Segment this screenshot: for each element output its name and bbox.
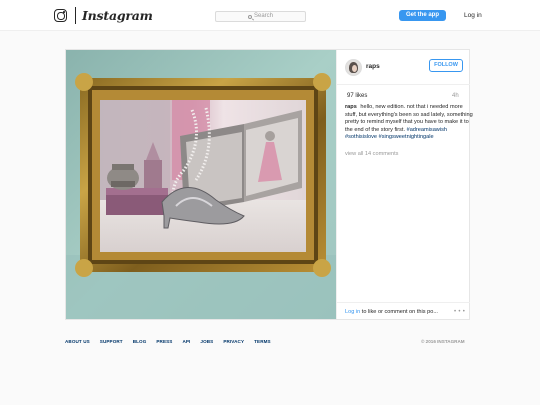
avatar-face (352, 65, 357, 72)
view-all-comments-link[interactable]: view all 14 comments (345, 150, 398, 158)
post-caption: raps hello, new edition. not that i need… (345, 104, 475, 142)
footer-link-about[interactable]: ABOUT US (65, 339, 90, 345)
framed-painting-image (66, 50, 336, 319)
copyright-text: © 2016 INSTAGRAM (421, 339, 465, 344)
hashtag-link[interactable]: #singsweetnightingale (379, 134, 434, 140)
get-the-app-button[interactable]: Get the app (399, 10, 446, 21)
avatar[interactable] (345, 59, 362, 76)
login-prompt-text: to like or comment on this po... (360, 309, 438, 315)
top-navigation-bar: Instagram Search Get the app Log in (0, 0, 540, 31)
post-card: raps FOLLOW 97 likes 4h raps hello, new … (65, 49, 473, 320)
divider (337, 302, 470, 303)
logo-divider (75, 7, 76, 24)
hashtag-link[interactable]: #adreamisawish (407, 127, 447, 133)
post-sidebar: raps FOLLOW 97 likes 4h raps hello, new … (336, 50, 473, 319)
post-photo[interactable] (66, 50, 336, 319)
footer-link-terms[interactable]: TERMS (254, 339, 271, 345)
footer-link-press[interactable]: PRESS (156, 339, 172, 345)
footer-link-support[interactable]: SUPPORT (100, 339, 123, 345)
follow-button[interactable]: FOLLOW (429, 59, 463, 72)
instagram-camera-icon[interactable] (54, 9, 67, 22)
footer-link-jobs[interactable]: JOBS (200, 339, 213, 345)
login-to-comment: Log in to like or comment on this po... (345, 308, 438, 316)
footer-link-api[interactable]: API (182, 339, 190, 345)
footer-nav: ABOUT US SUPPORT BLOG PRESS API JOBS PRI… (65, 339, 271, 345)
instagram-wordmark[interactable]: Instagram (82, 8, 153, 23)
search-icon (248, 14, 252, 19)
footer-link-privacy[interactable]: PRIVACY (223, 339, 244, 345)
search-input[interactable]: Search (215, 11, 306, 22)
log-in-link[interactable]: Log in (464, 11, 482, 20)
likes-count[interactable]: 97 likes (347, 92, 367, 101)
caption-username[interactable]: raps (345, 104, 357, 110)
divider (337, 84, 470, 85)
post-username[interactable]: raps (366, 62, 380, 71)
post-age[interactable]: 4h (452, 92, 459, 101)
hashtag-link[interactable]: #sothisislove (345, 134, 377, 140)
more-options-icon[interactable]: • • • (454, 309, 465, 316)
login-link[interactable]: Log in (345, 309, 360, 315)
footer-link-blog[interactable]: BLOG (133, 339, 147, 345)
search-placeholder: Search (254, 13, 274, 19)
